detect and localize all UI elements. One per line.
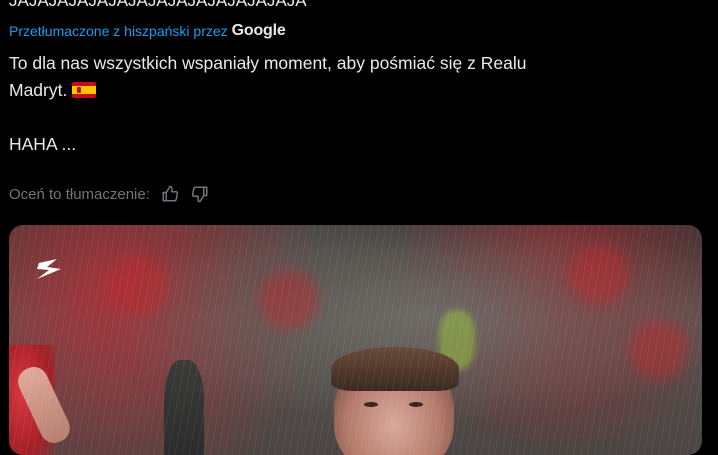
translated-prefix[interactable]: Przetłumaczone z hiszpański przez <box>9 23 228 39</box>
google-brand: Google <box>231 22 286 39</box>
rate-translation: Oceń to tłumaczenie: <box>9 184 210 204</box>
post-text-line-2: Madryt. <box>9 77 699 104</box>
post-text: To dla nas wszystkich wspaniały moment, … <box>9 50 699 158</box>
rain-overlay <box>9 225 702 455</box>
original-text-line: JAJAJAJAJAJAJAJAJAJAJAJAJAJAJA <box>9 0 307 10</box>
post-media-image[interactable] <box>9 225 702 455</box>
spain-flag-icon <box>72 82 97 98</box>
publisher-logo-icon <box>37 259 61 279</box>
translated-by-line[interactable]: Przetłumaczone z hiszpański przez Google <box>9 22 286 40</box>
thumbs-down-icon[interactable] <box>190 184 210 204</box>
post-text-line-2-text: Madryt. <box>9 80 68 100</box>
post-text-line-3: HAHA ... <box>9 134 77 154</box>
post-text-line-1: To dla nas wszystkich wspaniały moment, … <box>9 53 527 73</box>
thumbs-up-icon[interactable] <box>160 184 180 204</box>
rate-translation-label: Oceń to tłumaczenie: <box>9 185 150 203</box>
